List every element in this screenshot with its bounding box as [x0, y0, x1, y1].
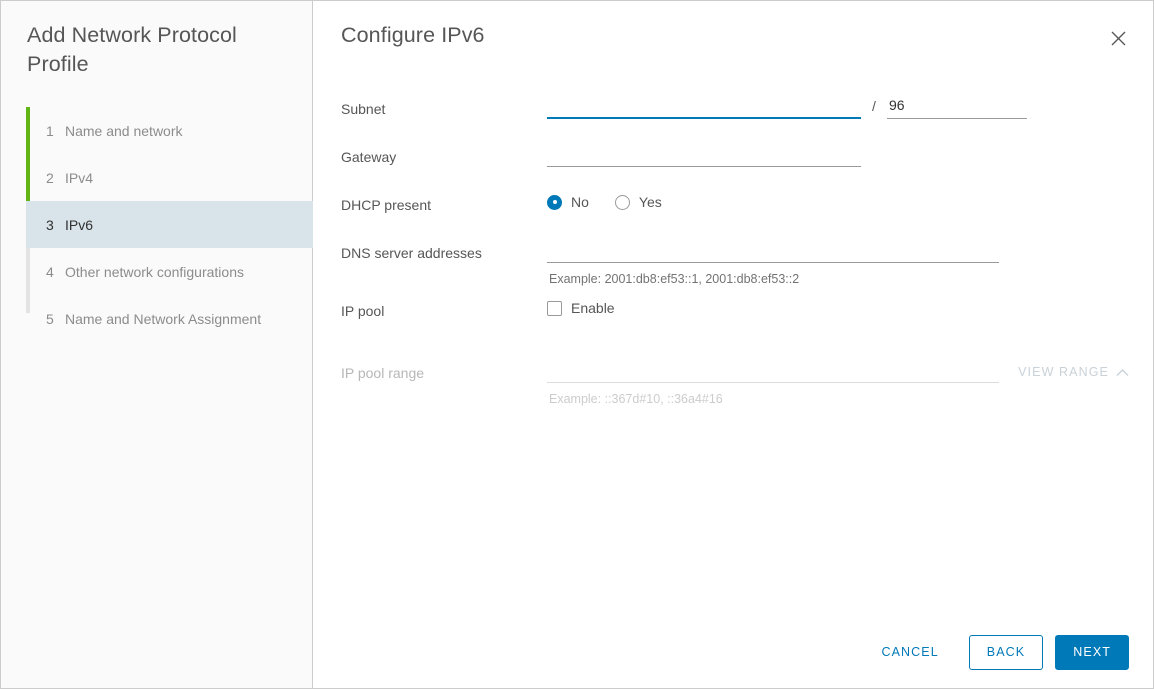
ip-pool-range-input[interactable] [547, 357, 999, 383]
wizard-title: Add Network Protocol Profile [27, 23, 237, 76]
next-button[interactable]: NEXT [1055, 634, 1129, 670]
dhcp-present-radio-no[interactable]: No [547, 194, 589, 210]
checkbox-unchecked-icon [547, 300, 562, 316]
form-row-dhcp-present: DHCP present No Yes [341, 189, 1153, 237]
step-label: Name and network [65, 122, 183, 139]
step-label: IPv4 [65, 169, 94, 186]
gateway-label: Gateway [341, 149, 397, 165]
wizard-main-panel: Configure IPv6 Subnet / 96 Gateway DHCP … [313, 1, 1153, 688]
close-icon[interactable] [1105, 25, 1131, 51]
step-label: Other network configurations [65, 263, 244, 280]
dns-server-addresses-label: DNS server addresses [341, 245, 482, 261]
dns-server-addresses-input[interactable] [547, 237, 999, 263]
gateway-input[interactable] [547, 141, 861, 167]
cancel-button[interactable]: CANCEL [863, 635, 956, 670]
view-range-button[interactable]: VIEW RANGE [1018, 365, 1129, 379]
sidebar-step-ipv6[interactable]: 3 IPv6 [26, 201, 313, 248]
back-button[interactable]: BACK [968, 634, 1044, 670]
step-label: Name and Network Assignment [65, 310, 262, 327]
ip-pool-range-example-text: Example: ::367d#10, ::36a4#16 [549, 392, 723, 406]
dhcp-present-radio-group: No Yes [547, 189, 1153, 210]
page-title: Configure IPv6 [341, 23, 485, 47]
form-row-dns-server-addresses: DNS server addresses Example: 2001:db8:e… [341, 237, 1153, 287]
chevron-up-icon [1109, 368, 1129, 377]
subnet-prefix-separator: / [872, 98, 876, 114]
ip-pool-enable-checkbox[interactable]: Enable [547, 295, 1153, 316]
dhcp-present-radio-yes[interactable]: Yes [614, 194, 662, 210]
radio-label: No [571, 194, 589, 210]
sidebar-step-ipv4[interactable]: 2 IPv4 [26, 154, 312, 201]
ip-pool-label: IP pool [341, 303, 385, 319]
wizard-step-list: 1 Name and network 2 IPv4 3 IPv6 4 Other… [1, 107, 313, 342]
dns-example-text: Example: 2001:db8:ef53::1, 2001:db8:ef53… [549, 272, 800, 286]
radio-unselected-icon [614, 194, 630, 210]
step-number: 5 [46, 310, 54, 327]
add-network-protocol-profile-wizard: Add Network Protocol Profile 1 Name and … [0, 0, 1154, 689]
radio-selected-icon [547, 194, 562, 210]
checkbox-label: Enable [571, 300, 615, 316]
subnet-prefix-length-input[interactable] [887, 93, 1027, 119]
panel-header: Configure IPv6 [313, 1, 1153, 73]
form-row-ip-pool-range: IP pool range Example: ::367d#10, ::36a4… [341, 357, 1153, 407]
subnet-input[interactable] [547, 93, 861, 119]
subnet-label: Subnet [341, 101, 386, 117]
step-number: 4 [46, 263, 54, 280]
step-label: IPv6 [65, 216, 94, 233]
sidebar-step-name-and-network[interactable]: 1 Name and network [26, 107, 312, 154]
wizard-footer: CANCEL BACK NEXT [313, 616, 1153, 688]
form-row-subnet: Subnet / [341, 93, 1153, 141]
sidebar-step-other-network-configurations[interactable]: 4 Other network configurations [26, 248, 312, 295]
wizard-sidebar: Add Network Protocol Profile 1 Name and … [1, 1, 313, 688]
step-number: 3 [46, 216, 54, 233]
sidebar-step-name-and-network-assignment[interactable]: 5 Name and Network Assignment [26, 295, 312, 342]
step-number: 2 [46, 169, 54, 186]
radio-label: Yes [638, 194, 662, 210]
dhcp-present-label: DHCP present [341, 197, 432, 213]
ipv6-configuration-form: Subnet / Gateway DHCP present [313, 73, 1153, 407]
form-row-ip-pool: IP pool Enable [341, 295, 1153, 343]
form-row-gateway: Gateway [341, 141, 1153, 189]
view-range-label: VIEW RANGE [1018, 365, 1109, 379]
ip-pool-range-label: IP pool range [341, 365, 425, 381]
step-number: 1 [46, 122, 54, 139]
